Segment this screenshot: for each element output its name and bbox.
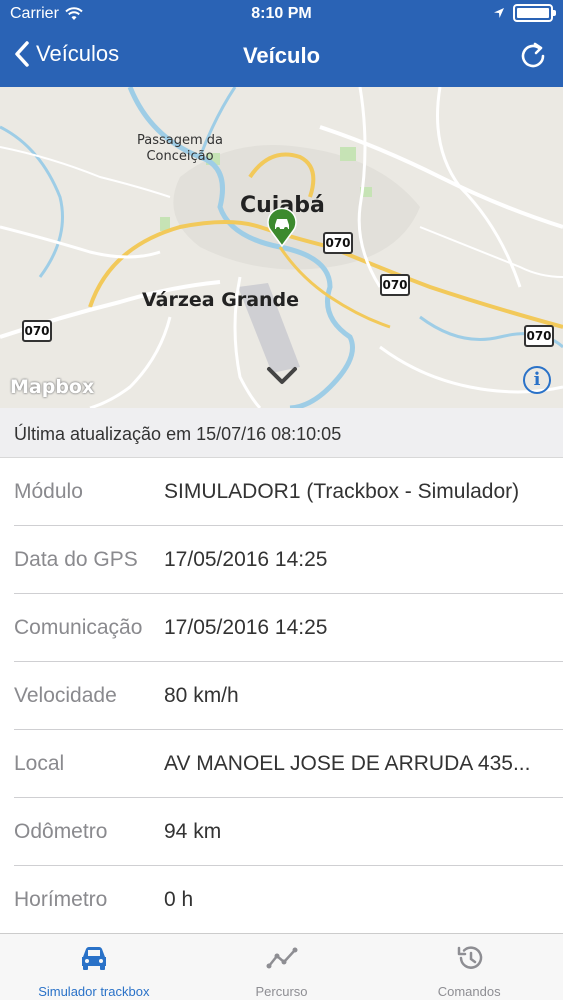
detail-value: 80 km/h <box>164 684 239 707</box>
nav-bar: Veículos Veículo <box>0 28 563 87</box>
detail-row-odometro: Odômetro 94 km <box>14 798 563 866</box>
detail-label: Data do GPS <box>14 548 138 571</box>
tab-bar: Simulador trackbox Percurso Comandos <box>0 933 563 1000</box>
history-icon <box>457 946 483 969</box>
detail-value: 0 h <box>164 888 194 911</box>
detail-value: 17/05/2016 14:25 <box>164 548 328 571</box>
road-shield: 070 <box>22 320 52 342</box>
page-title: Veículo <box>242 43 321 68</box>
header: Carrier 8:10 PM Veículos Veículo <box>0 0 563 87</box>
detail-value: SIMULADOR1 (Trackbox - Simulador) <box>164 480 520 503</box>
detail-row-data-gps: Data do GPS 17/05/2016 14:25 <box>14 526 563 594</box>
detail-label: Local <box>14 752 65 775</box>
road-shield: 070 <box>380 274 410 296</box>
detail-row-modulo: Módulo SIMULADOR1 (Trackbox - Simulador) <box>14 458 563 526</box>
detail-label: Comunicação <box>14 616 143 639</box>
chevron-down-icon[interactable] <box>266 366 298 386</box>
battery-icon <box>513 4 556 22</box>
tab-label: Simulador trackbox <box>38 984 150 999</box>
map-label-varzea: Várzea Grande <box>142 289 300 311</box>
mapbox-logo: Mapbox <box>10 376 95 398</box>
road-shield: 070 <box>524 325 554 347</box>
detail-row-comunicacao: Comunicação 17/05/2016 14:25 <box>14 594 563 662</box>
map-label-passagem: Passagem da Conceição <box>137 133 223 164</box>
last-update-banner: Última atualização em 15/07/16 08:10:05 <box>0 408 563 458</box>
status-right <box>493 4 556 22</box>
detail-label: Odômetro <box>14 820 108 843</box>
map-background <box>0 87 563 408</box>
detail-row-velocidade: Velocidade 80 km/h <box>14 662 563 730</box>
status-bar: Carrier 8:10 PM <box>0 0 563 28</box>
tab-label: Comandos <box>437 984 501 999</box>
status-time: 8:10 PM <box>251 5 312 22</box>
detail-row-local: Local AV MANOEL JOSE DE ARRUDA 435... <box>14 730 563 798</box>
detail-value: 17/05/2016 14:25 <box>164 616 328 639</box>
info-button[interactable]: i <box>523 366 551 394</box>
details-list: Módulo SIMULADOR1 (Trackbox - Simulador)… <box>0 458 563 934</box>
detail-label: Horímetro <box>14 888 108 911</box>
detail-label: Módulo <box>14 480 83 503</box>
detail-row-horimetro: Horímetro 0 h <box>14 866 563 934</box>
vehicle-marker-icon[interactable] <box>265 205 299 247</box>
refresh-icon[interactable] <box>517 40 549 72</box>
tab-simulador-trackbox[interactable]: Simulador trackbox <box>0 934 188 1000</box>
location-arrow-icon <box>494 8 504 18</box>
tab-comandos[interactable]: Comandos <box>375 934 563 1000</box>
route-icon <box>266 947 297 969</box>
road-shield: 070 <box>323 232 353 254</box>
detail-value: 94 km <box>164 820 222 843</box>
detail-label: Velocidade <box>14 684 117 707</box>
map-view[interactable]: Passagem da Conceição Cuiabá Várzea Gran… <box>0 87 563 408</box>
tab-label: Percurso <box>255 984 308 999</box>
tab-percurso[interactable]: Percurso <box>188 934 376 1000</box>
detail-value: AV MANOEL JOSE DE ARRUDA 435... <box>164 752 531 775</box>
car-icon <box>81 947 106 970</box>
